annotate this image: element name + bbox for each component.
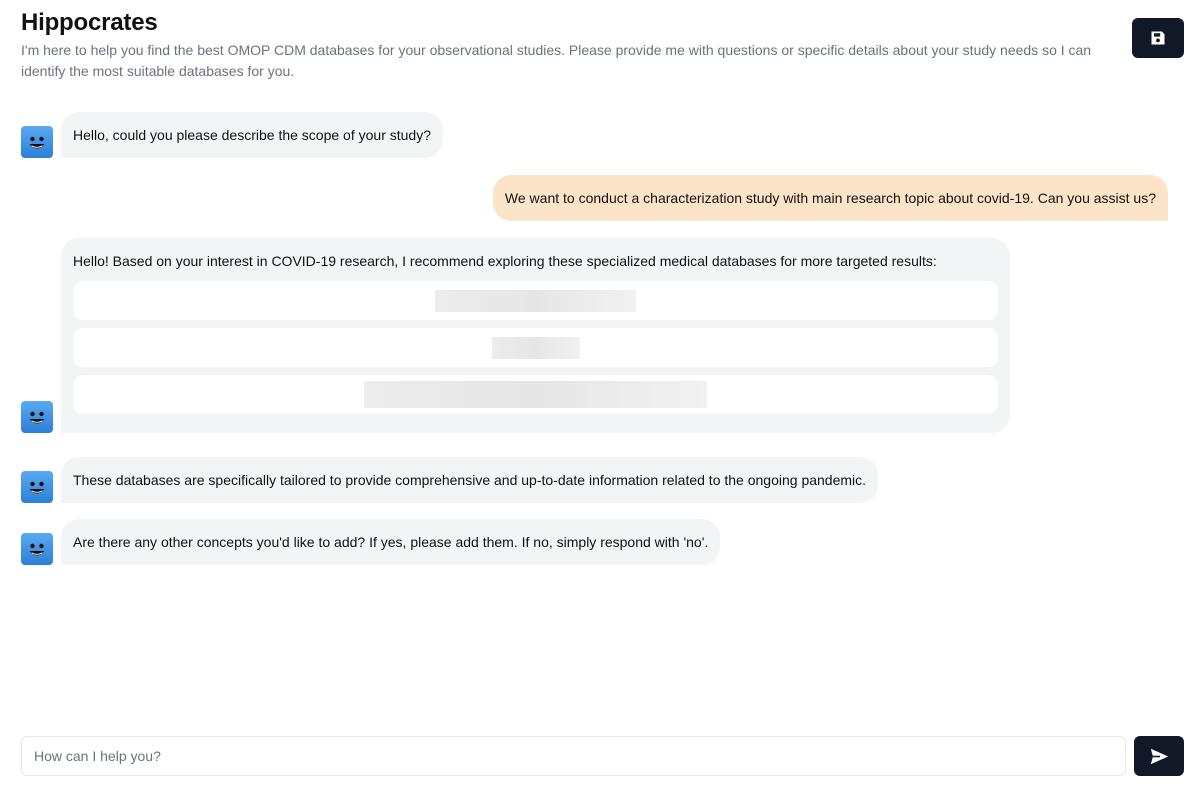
loading-placeholder bbox=[364, 381, 707, 408]
save-button[interactable] bbox=[1132, 18, 1184, 58]
floppy-disk-icon bbox=[1151, 31, 1165, 45]
smiley-face-icon bbox=[29, 136, 45, 149]
database-option-list bbox=[73, 281, 998, 414]
message-bubble: Hello! Based on your interest in COVID-1… bbox=[61, 238, 1010, 433]
database-option[interactable] bbox=[73, 375, 998, 414]
loading-placeholder bbox=[491, 336, 580, 359]
page-title: Hippocrates bbox=[21, 9, 158, 36]
assistant-message: Hello, could you please describe the sco… bbox=[21, 112, 443, 158]
bot-avatar bbox=[21, 471, 53, 503]
send-button[interactable] bbox=[1134, 736, 1184, 776]
user-message: We want to conduct a characterization st… bbox=[492, 175, 1168, 221]
assistant-message: Hello! Based on your interest in COVID-1… bbox=[21, 238, 1010, 433]
chat-input-bar bbox=[21, 736, 1184, 776]
message-text: Hello! Based on your interest in COVID-1… bbox=[73, 253, 937, 269]
message-bubble: These databases are specifically tailore… bbox=[61, 457, 879, 503]
chat-input[interactable] bbox=[21, 736, 1126, 776]
paper-plane-icon bbox=[1150, 748, 1168, 764]
header: Hippocrates I'm here to help you find th… bbox=[21, 9, 1131, 82]
bot-avatar bbox=[21, 401, 53, 433]
smiley-face-icon bbox=[29, 411, 45, 424]
assistant-message: Are there any other concepts you'd like … bbox=[21, 519, 721, 565]
bot-avatar bbox=[21, 126, 53, 158]
message-bubble: Hello, could you please describe the sco… bbox=[61, 112, 443, 158]
message-bubble: Are there any other concepts you'd like … bbox=[61, 519, 721, 565]
database-option[interactable] bbox=[73, 328, 998, 367]
assistant-message: These databases are specifically tailore… bbox=[21, 457, 879, 503]
message-bubble: We want to conduct a characterization st… bbox=[492, 175, 1168, 221]
smiley-face-icon bbox=[29, 481, 45, 494]
page-subtitle: I'm here to help you find the best OMOP … bbox=[21, 42, 1092, 79]
chat-app: Hippocrates I'm here to help you find th… bbox=[0, 0, 1203, 791]
database-option[interactable] bbox=[73, 281, 998, 320]
smiley-face-icon bbox=[29, 543, 45, 556]
bot-avatar bbox=[21, 533, 53, 565]
loading-placeholder bbox=[435, 289, 636, 312]
